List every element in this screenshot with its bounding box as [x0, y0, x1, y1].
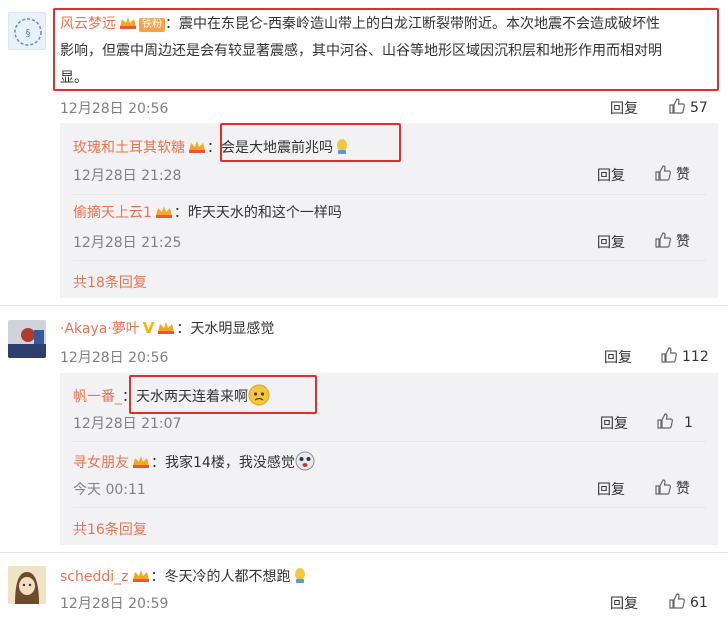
thumbs-up-icon	[669, 98, 685, 114]
reply-button[interactable]: 回复	[610, 593, 638, 613]
divider	[0, 305, 728, 306]
reply-text: ：我家14楼，我没感觉	[151, 455, 295, 471]
like-count: 1	[684, 415, 693, 431]
thumbs-up-icon	[655, 479, 671, 495]
divider	[73, 194, 706, 195]
thumbs-up-icon	[669, 593, 685, 609]
like-count: 61	[690, 595, 708, 611]
like-button[interactable]: 61	[668, 592, 708, 611]
like-button[interactable]: 1	[656, 412, 693, 431]
comment-time: 12月28日 20:56	[60, 101, 169, 117]
like-button[interactable]: 赞	[654, 231, 690, 251]
reply-button[interactable]: 回复	[597, 479, 625, 499]
comment-text: ：冬天冷的人都不想跑	[150, 569, 291, 585]
vip-crown-icon	[187, 139, 207, 154]
more-replies-link[interactable]: 共18条回复	[73, 272, 147, 292]
reply-time: 12月28日 21:28	[73, 168, 182, 184]
vip-crown-icon	[131, 568, 151, 583]
thumbs-up-icon	[655, 232, 671, 248]
reply-author[interactable]: 玫瑰和土耳其软糖	[73, 140, 185, 156]
divider	[73, 260, 706, 261]
thumbs-up-icon	[661, 347, 677, 363]
like-label: 赞	[676, 481, 690, 497]
reply-author[interactable]: 偷摘天上云1	[73, 205, 152, 221]
reply-author[interactable]: 寻女朋友	[73, 455, 129, 471]
like-count: 57	[690, 100, 708, 116]
avatar[interactable]	[8, 566, 46, 604]
svg-text:§: §	[26, 28, 31, 39]
divider	[73, 507, 706, 508]
vip-crown-icon	[156, 320, 176, 335]
reply-button[interactable]: 回复	[604, 347, 632, 367]
divider	[73, 441, 706, 442]
highlight-box	[220, 123, 401, 162]
thumbs-up-icon	[657, 413, 673, 429]
shocked-face-emoji-icon	[295, 451, 315, 471]
highlight-box	[53, 8, 719, 91]
reply-button[interactable]: 回复	[600, 413, 628, 433]
comment-time: 12月28日 20:56	[60, 350, 169, 366]
more-replies-link[interactable]: 共16条回复	[73, 519, 147, 539]
thumbs-up-icon	[655, 165, 671, 181]
reply-button[interactable]: 回复	[597, 165, 625, 185]
reply-text: ：昨天天水的和这个一样吗	[173, 205, 342, 221]
comment-author[interactable]: scheddi_z	[60, 569, 129, 585]
comment-author[interactable]: ·Akaya·夢叶	[60, 321, 140, 337]
avatar[interactable]: §	[8, 12, 46, 50]
like-button[interactable]: 赞	[654, 164, 690, 184]
vip-crown-icon	[154, 204, 174, 219]
emoji-icon	[294, 568, 305, 583]
like-count: 112	[682, 349, 709, 365]
like-button[interactable]: 57	[668, 97, 708, 116]
comment-time: 12月28日 20:59	[60, 596, 169, 612]
like-button[interactable]: 赞	[654, 478, 690, 498]
highlight-box	[129, 375, 317, 414]
divider	[0, 552, 728, 553]
reply-button[interactable]: 回复	[597, 232, 625, 252]
like-label: 赞	[676, 234, 690, 250]
reply-author[interactable]: 帆一番_	[73, 389, 122, 405]
reply-time: 今天 00:11	[73, 482, 146, 498]
reply-button[interactable]: 回复	[610, 98, 638, 118]
avatar[interactable]	[8, 320, 46, 358]
verified-v-icon: V	[142, 319, 155, 337]
vip-crown-icon	[131, 454, 151, 469]
like-button[interactable]: 112	[660, 346, 709, 365]
comment-text: ：天水明显感觉	[176, 321, 275, 337]
like-label: 赞	[676, 167, 690, 183]
reply-time: 12月28日 21:25	[73, 235, 182, 251]
reply-time: 12月28日 21:07	[73, 416, 182, 432]
